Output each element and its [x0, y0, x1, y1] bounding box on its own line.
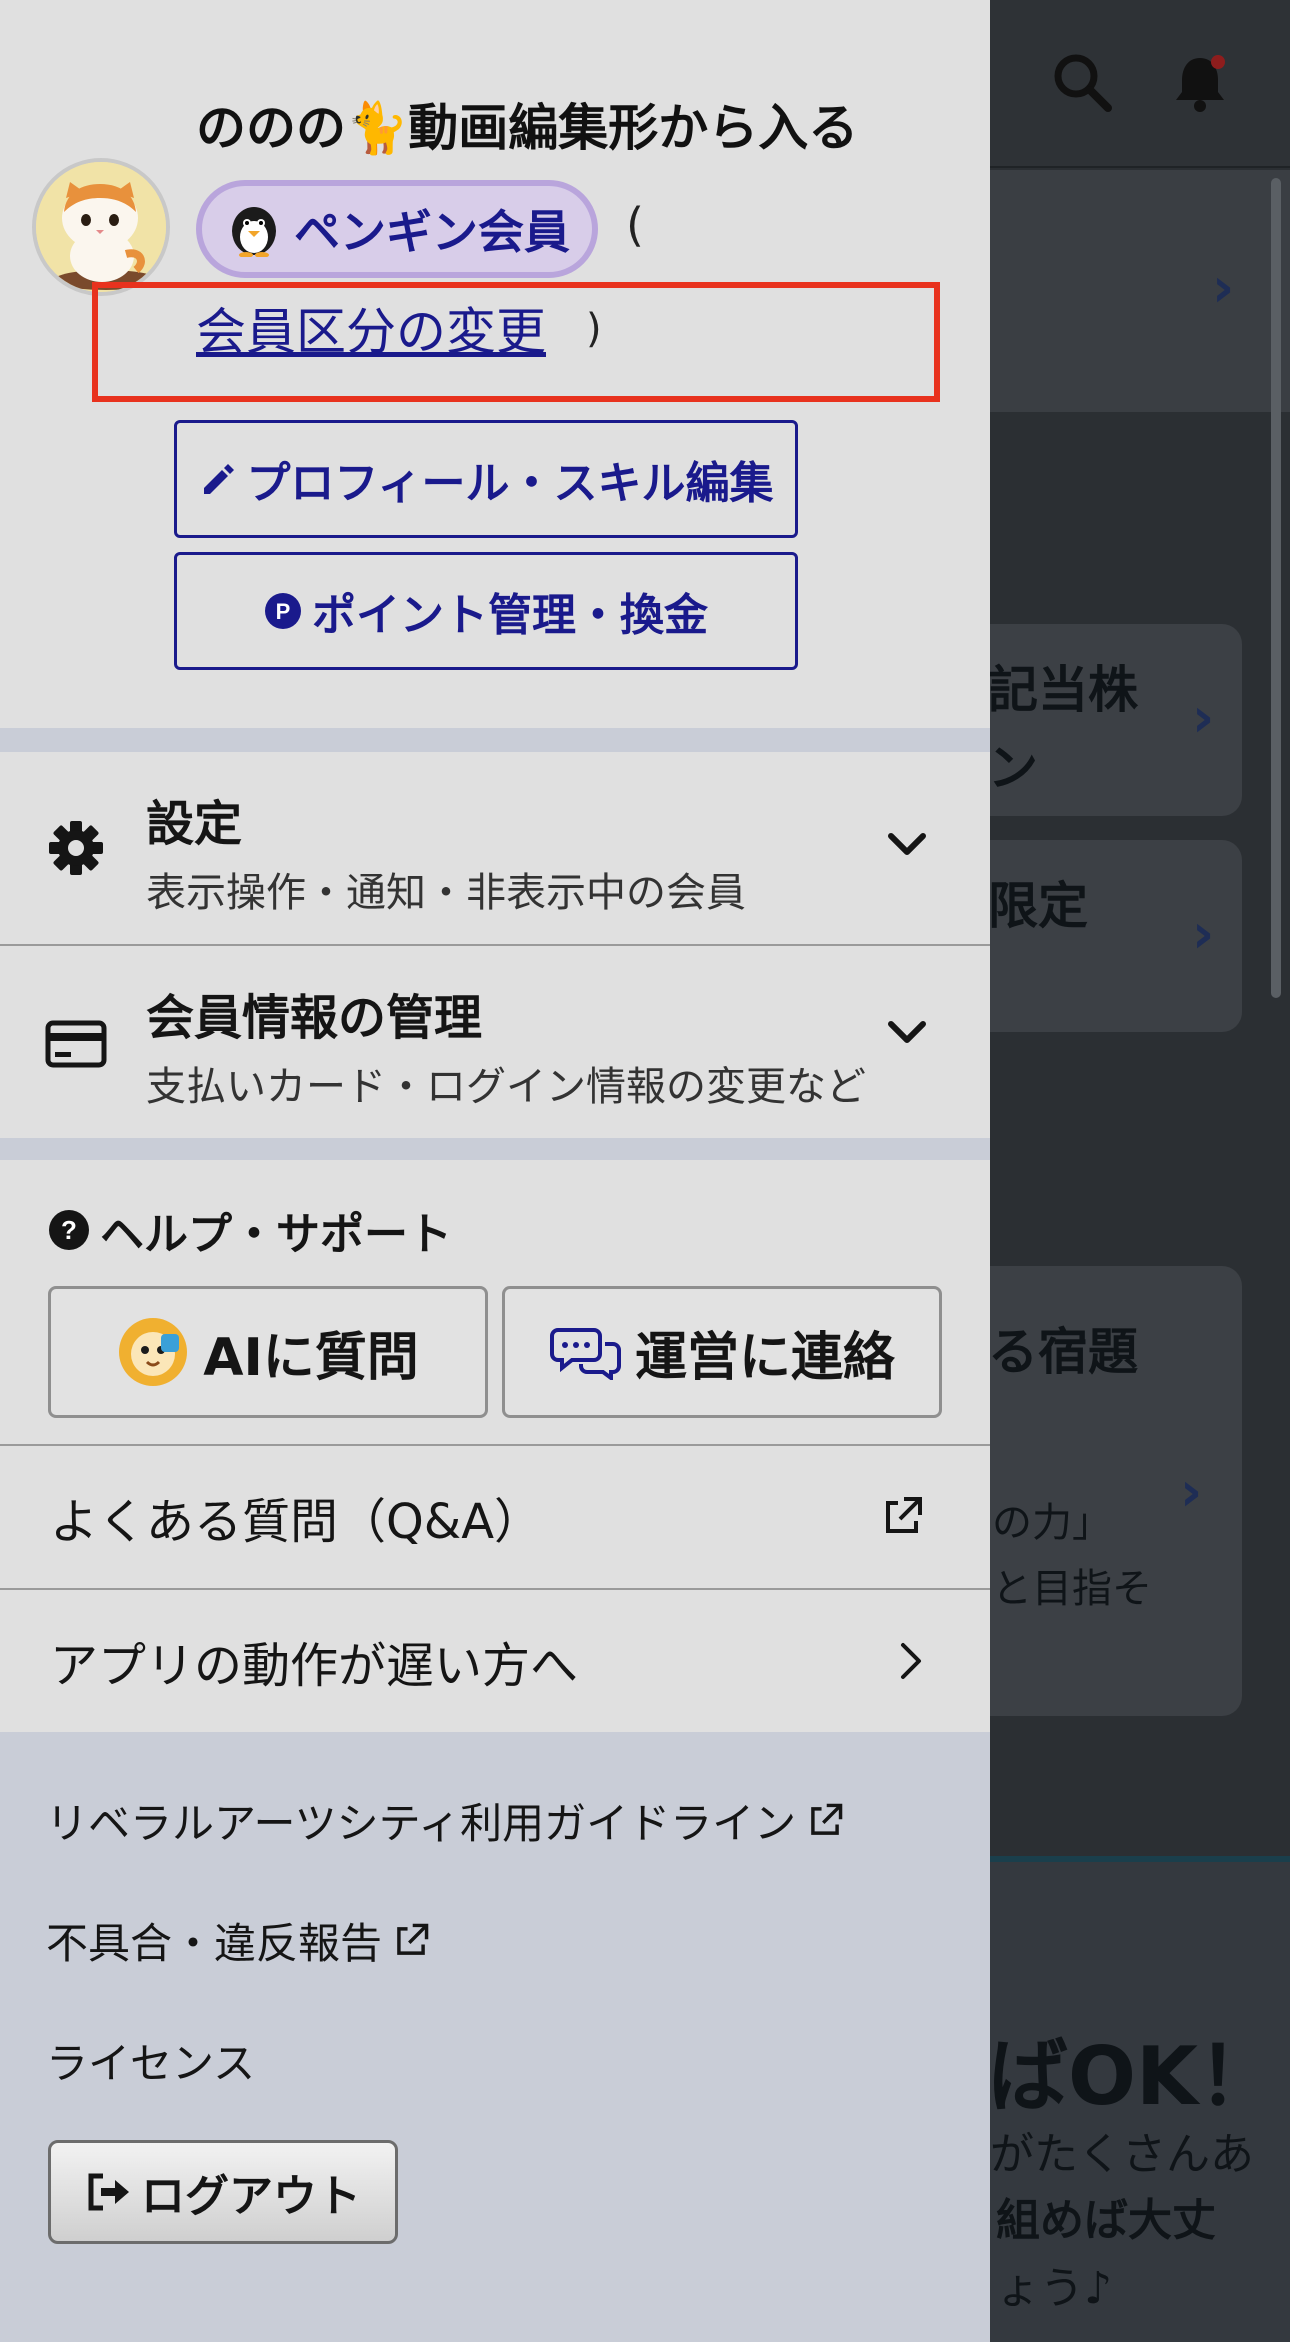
point-coin-icon: P	[264, 592, 302, 630]
help-heading-label: ヘルプ・サポート	[100, 1209, 452, 1260]
external-link-icon	[806, 1802, 844, 1840]
edit-profile-button[interactable]: プロフィール・スキル編集	[174, 420, 798, 538]
section-divider	[0, 728, 990, 752]
chat-bubbles-icon	[549, 1324, 621, 1380]
paren-close: )	[586, 306, 602, 352]
background-card-1-text: 記当株	[988, 661, 1138, 719]
question-circle-icon: ?	[48, 1209, 90, 1251]
faq-link-label: よくある質問（Q&A）	[50, 1494, 543, 1550]
profile-section: ののの🐈動画編集形から入る ペンギン会員 ( 会員区分の変更 ) プロフィール・…	[0, 0, 990, 728]
settings-subtitle: 表示操作・通知・非表示中の会員	[146, 870, 746, 916]
ai-mascot-icon	[117, 1316, 189, 1388]
gear-icon	[44, 816, 108, 880]
external-link-icon	[392, 1922, 430, 1960]
penguin-icon	[228, 201, 280, 257]
background-scrollbar[interactable]	[1271, 178, 1281, 998]
background-card-3-title: る宿題	[988, 1323, 1138, 1381]
guidelines-link[interactable]: リベラルアーツシティ利用ガイドライン	[46, 1790, 844, 1851]
ask-ai-button[interactable]: AIに質問	[48, 1286, 488, 1418]
account-info-accordion[interactable]: 会員情報の管理 支払いカード・ログイン情報の変更など	[0, 946, 990, 1138]
search-icon	[1050, 50, 1114, 118]
background-chevron-3: ›	[1192, 902, 1215, 965]
chevron-down-icon	[882, 820, 932, 870]
slow-app-link-label: アプリの動作が遅い方へ	[50, 1638, 579, 1694]
background-card-3-line1: の力」	[992, 1500, 1112, 1546]
settings-accordion[interactable]: 設定 表示操作・通知・非表示中の会員	[0, 752, 990, 944]
drawer-footer: リベラルアーツシティ利用ガイドライン 不具合・違反報告 ライセンス	[0, 1732, 990, 2342]
background-banner-line2: 組めば大丈	[996, 2195, 1216, 2246]
membership-badge: ペンギン会員	[196, 180, 598, 278]
external-link-icon	[880, 1495, 924, 1539]
faq-link[interactable]: よくある質問（Q&A）	[0, 1446, 990, 1588]
bell-icon	[1170, 52, 1230, 118]
chevron-right-icon	[898, 1641, 924, 1681]
logout-button-label: ログアウト	[141, 2171, 361, 2222]
background-card-1-text2: ン	[988, 739, 1038, 797]
account-info-title: 会員情報の管理	[146, 990, 483, 1046]
background-banner-line1: がたくさんあ	[990, 2129, 1254, 2180]
points-button-label: ポイント管理・換金	[312, 590, 708, 641]
avatar[interactable]	[32, 158, 170, 296]
logout-icon	[85, 2172, 133, 2212]
contact-support-button-label: 運営に連絡	[634, 1327, 895, 1388]
background-card-2-text: 限定	[988, 877, 1088, 935]
section-divider	[0, 1138, 990, 1160]
paren-open: (	[626, 198, 644, 252]
background-card-3-line2: と目指そ	[992, 1566, 1152, 1612]
side-drawer: ののの🐈動画編集形から入る ペンギン会員 ( 会員区分の変更 ) プロフィール・…	[0, 0, 990, 2342]
edit-profile-button-label: プロフィール・スキル編集	[246, 458, 774, 509]
membership-badge-label: ペンギン会員	[294, 205, 570, 259]
background-chevron-2: ›	[1192, 686, 1215, 749]
svg-text:?: ?	[61, 1215, 77, 1245]
report-link[interactable]: 不具合・違反報告	[46, 1910, 430, 1971]
account-info-subtitle: 支払いカード・ログイン情報の変更など	[146, 1064, 866, 1110]
background-banner-heading: ばOK！	[988, 2030, 1278, 2123]
slow-app-link[interactable]: アプリの動作が遅い方へ	[0, 1590, 990, 1732]
background-header	[990, 0, 1290, 168]
chevron-down-icon	[882, 1008, 932, 1058]
background-chevron-1: ›	[1212, 256, 1235, 319]
credit-card-icon	[44, 1012, 108, 1076]
ask-ai-button-label: AIに質問	[203, 1327, 419, 1388]
contact-support-button[interactable]: 運営に連絡	[502, 1286, 942, 1418]
pencil-icon	[198, 460, 236, 498]
points-button[interactable]: P ポイント管理・換金	[174, 552, 798, 670]
background-banner-line3: ょう♪	[996, 2263, 1113, 2314]
settings-title: 設定	[146, 796, 243, 852]
background-chevron-4: ›	[1180, 1460, 1203, 1523]
change-membership-link[interactable]: 会員区分の変更	[196, 292, 546, 364]
username: ののの🐈動画編集形から入る	[196, 99, 859, 157]
license-link[interactable]: ライセンス	[46, 2030, 255, 2091]
background-top-band	[990, 170, 1290, 412]
report-link-label: 不具合・違反報告	[46, 1919, 383, 1968]
svg-text:P: P	[276, 599, 291, 624]
logout-button[interactable]: ログアウト	[48, 2140, 398, 2244]
license-link-label: ライセンス	[46, 2039, 256, 2088]
help-heading: ? ヘルプ・サポート	[48, 1198, 452, 1262]
guidelines-link-label: リベラルアーツシティ利用ガイドライン	[46, 1799, 797, 1848]
